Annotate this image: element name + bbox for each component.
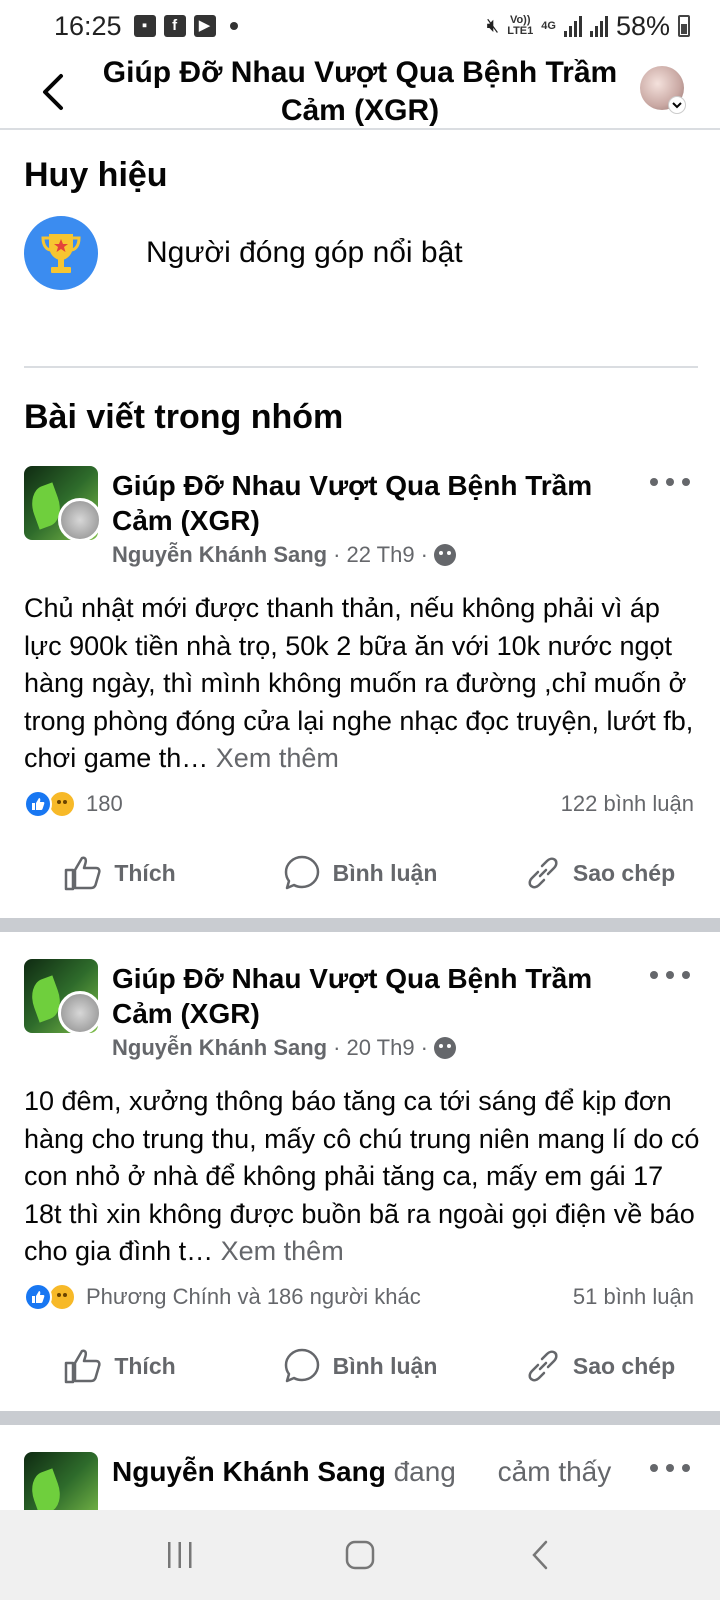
- haha-reaction-icon: [48, 790, 76, 818]
- author-mini-avatar: [58, 991, 102, 1035]
- status-time: 16:25: [54, 10, 122, 41]
- copy-link-button[interactable]: Sao chép: [480, 838, 720, 908]
- copy-link-button[interactable]: Sao chép: [480, 1331, 720, 1401]
- facebook-icon: f: [163, 15, 186, 37]
- group-avatar[interactable]: [24, 1452, 98, 1510]
- volte-indicator: Vo)) LTE1: [507, 14, 534, 37]
- home-icon: [345, 1540, 375, 1570]
- post-card: Giúp Đỡ Nhau Vượt Qua Bệnh Trầm Cảm (XGR…: [0, 466, 720, 920]
- back-icon: [532, 1540, 548, 1570]
- signal-icon: [563, 15, 582, 37]
- divider: [24, 366, 698, 368]
- youtube-icon: ▶: [193, 15, 216, 37]
- see-more-link[interactable]: Xem thêm: [221, 1236, 344, 1266]
- system-back-button[interactable]: [510, 1530, 570, 1580]
- mute-icon: 🔇︎: [486, 14, 500, 37]
- page-title: Giúp Đỡ Nhau Vượt Qua Bệnh Trầm Cảm (XGR…: [102, 56, 618, 127]
- post-actions: Thích Bình luận Sao chép: [0, 838, 720, 908]
- badge-label: Người đóng góp nổi bật: [146, 236, 463, 269]
- notification-app-icon: ▪: [133, 15, 156, 37]
- post-meta: Nguyễn Khánh Sang · 22 Th9 ·: [112, 542, 456, 568]
- battery-percent: 58%: [615, 10, 670, 41]
- post-actions: Thích Bình luận Sao chép: [0, 1331, 720, 1401]
- like-reaction-icon: [24, 790, 52, 818]
- post-date[interactable]: 22 Th9: [346, 542, 414, 568]
- post-text: 10 đêm, xưởng thông báo tăng ca tới sáng…: [24, 1086, 700, 1266]
- recent-apps-icon: [168, 1542, 192, 1568]
- see-more-link[interactable]: Xem thêm: [216, 743, 339, 773]
- back-button[interactable]: [30, 62, 74, 122]
- thumbs-up-icon: [65, 856, 101, 891]
- reactions-row[interactable]: 180 122 bình luận: [24, 790, 694, 818]
- recent-apps-button[interactable]: [150, 1530, 210, 1580]
- comment-count[interactable]: 122 bình luận: [561, 791, 694, 817]
- more-options-button[interactable]: [650, 963, 690, 987]
- battery-icon: [678, 15, 690, 37]
- comment-button[interactable]: Bình luận: [240, 1331, 480, 1401]
- post-author[interactable]: Nguyễn Khánh Sang: [112, 1456, 386, 1487]
- reactions-row[interactable]: Phương Chính và 186 người khác 51 bình l…: [24, 1283, 694, 1311]
- network-type: 4G: [541, 19, 556, 32]
- group-avatar[interactable]: [24, 959, 102, 1035]
- comment-count[interactable]: 51 bình luận: [573, 1284, 694, 1310]
- post-date[interactable]: 20 Th9: [346, 1035, 414, 1061]
- group-avatar[interactable]: [24, 466, 102, 542]
- comment-bubble-icon: [284, 1348, 319, 1383]
- post-meta: Nguyễn Khánh Sang · 20 Th9 ·: [112, 1035, 456, 1061]
- more-options-button[interactable]: [650, 470, 690, 494]
- badge-item[interactable]: Người đóng góp nổi bật: [24, 216, 463, 290]
- sad-reaction-icon: [48, 1283, 76, 1311]
- post-separator: [0, 918, 720, 932]
- link-icon: [528, 1350, 558, 1382]
- posts-heading: Bài viết trong nhóm: [24, 398, 344, 436]
- more-notifications-icon: [229, 22, 238, 30]
- badges-heading: Huy hiệu: [24, 156, 168, 194]
- reaction-count: 180: [86, 791, 123, 816]
- post-card-partial: Nguyễn Khánh Sang đang cảm thấy: [0, 1452, 720, 1510]
- author-mini-avatar: [58, 498, 102, 542]
- post-group-name[interactable]: Giúp Đỡ Nhau Vượt Qua Bệnh Trầm Cảm (XGR…: [112, 468, 632, 538]
- comment-bubble-icon: [284, 855, 319, 890]
- post-text: Chủ nhật mới được thanh thản, nếu không …: [24, 593, 694, 773]
- chevron-down-icon[interactable]: [668, 96, 686, 114]
- post-card: Giúp Đỡ Nhau Vượt Qua Bệnh Trầm Cảm (XGR…: [0, 959, 720, 1411]
- privacy-group-icon: [433, 1037, 456, 1059]
- comment-button[interactable]: Bình luận: [240, 838, 480, 908]
- status-bar: 16:25 ▪ f ▶ 🔇︎ Vo)) LTE1 4G 58%: [0, 0, 720, 52]
- trophy-icon: [24, 216, 98, 290]
- chevron-left-icon: [43, 74, 63, 110]
- like-button[interactable]: Thích: [0, 1331, 240, 1401]
- reaction-names: Phương Chính và 186 người khác: [86, 1284, 421, 1309]
- post-author-line: Nguyễn Khánh Sang đang cảm thấy: [112, 1456, 612, 1487]
- post-author[interactable]: Nguyễn Khánh Sang: [112, 1035, 327, 1061]
- system-nav-bar: [0, 1510, 720, 1600]
- app-header: Giúp Đỡ Nhau Vượt Qua Bệnh Trầm Cảm (XGR…: [0, 52, 720, 130]
- post-group-name[interactable]: Giúp Đỡ Nhau Vượt Qua Bệnh Trầm Cảm (XGR…: [112, 961, 632, 1031]
- privacy-group-icon: [433, 544, 456, 566]
- home-button[interactable]: [330, 1530, 390, 1580]
- thumbs-up-icon: [65, 1349, 101, 1384]
- link-icon: [528, 857, 558, 889]
- more-options-button[interactable]: [650, 1456, 690, 1480]
- post-separator: [0, 1411, 720, 1425]
- like-button[interactable]: Thích: [0, 838, 240, 908]
- post-author[interactable]: Nguyễn Khánh Sang: [112, 542, 327, 568]
- like-reaction-icon: [24, 1283, 52, 1311]
- signal-icon-2: [589, 15, 608, 37]
